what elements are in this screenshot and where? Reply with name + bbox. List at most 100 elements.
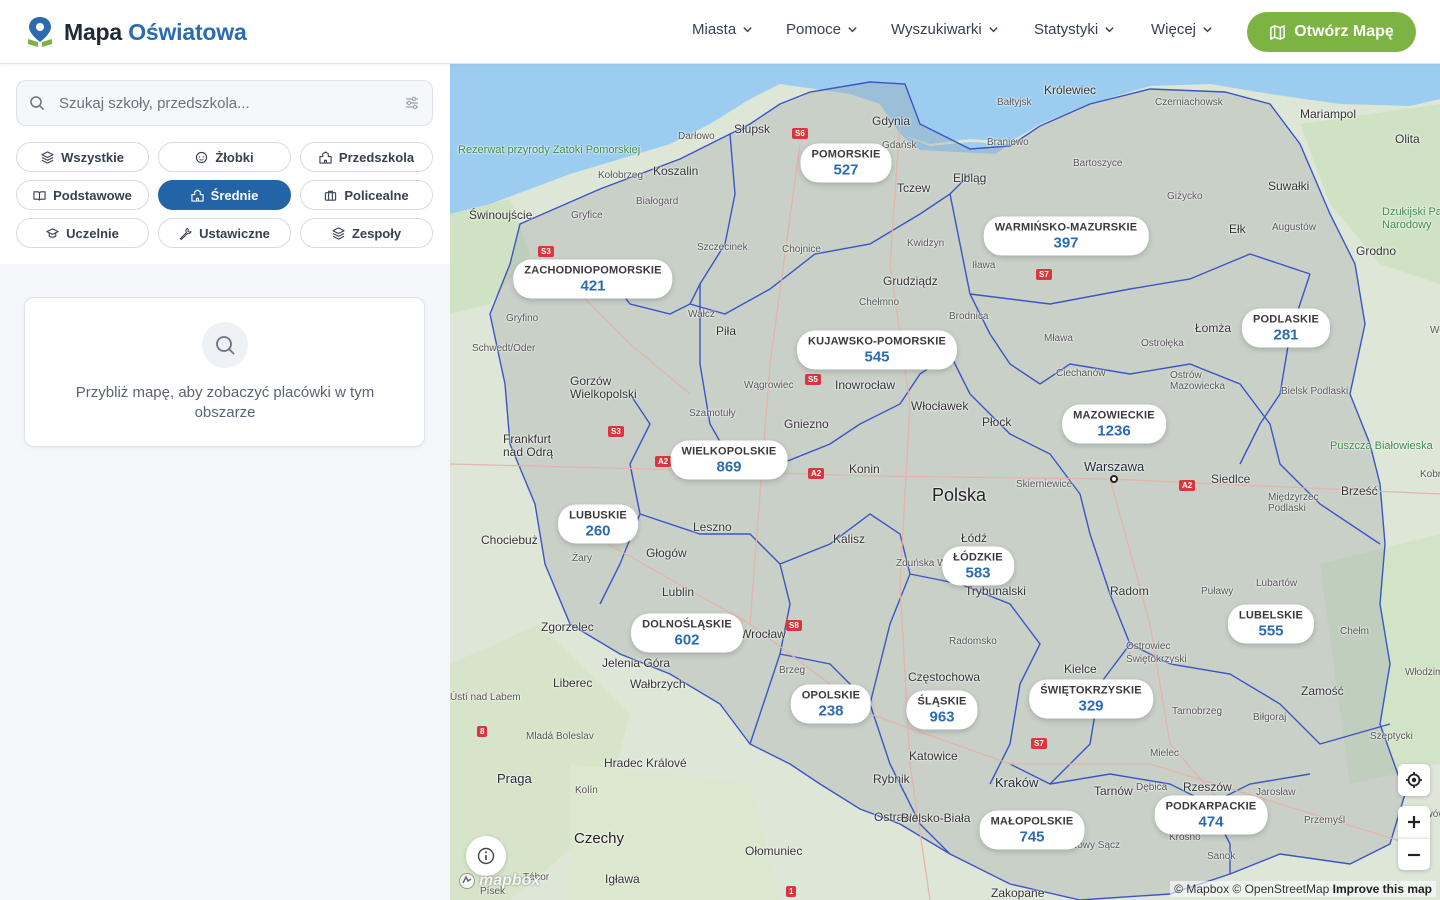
- region-cluster-pomorskie[interactable]: POMORSKIE 527: [800, 143, 892, 183]
- app-logo[interactable]: Mapa Oświatowa: [26, 16, 247, 48]
- nav-pomoce[interactable]: Pomoce: [786, 21, 858, 38]
- country-label: Polska: [932, 485, 987, 505]
- region-cluster-lubuskie[interactable]: LUBUSKIE 260: [558, 504, 638, 544]
- filter-podstawowe[interactable]: Podstawowe: [16, 180, 149, 210]
- filter-uczelnie[interactable]: Uczelnie: [16, 218, 149, 248]
- place-label: Ołomuniec: [745, 844, 803, 858]
- region-cluster-opolskie[interactable]: OPOLSKIE 238: [790, 684, 872, 724]
- nav-statystyki[interactable]: Statystyki: [1034, 21, 1115, 38]
- place-label: Radomsko: [949, 636, 997, 647]
- school-building-icon: [319, 150, 332, 164]
- road-shield: S6: [792, 128, 808, 139]
- wrench-icon: [179, 227, 192, 240]
- region-cluster-mazowieckie[interactable]: MAZOWIECKIE 1236: [1062, 404, 1166, 444]
- place-label: Kolín: [575, 785, 598, 796]
- nav-wiecej[interactable]: Więcej: [1151, 21, 1213, 38]
- mapbox-logo-icon: [459, 873, 475, 889]
- region-cluster-wielkopolskie[interactable]: WIELKOPOLSKIE 869: [670, 440, 788, 480]
- place-label: Schwedt/Oder: [472, 343, 536, 354]
- place-label: Słupsk: [734, 122, 771, 136]
- crosshair-location-icon: [1406, 772, 1422, 788]
- place-label: Piła: [716, 324, 737, 338]
- nav-miasta[interactable]: Miasta: [692, 21, 753, 38]
- road-shield: A2: [808, 468, 825, 479]
- place-label: Grudziądz: [883, 274, 938, 288]
- place-label: Igława: [605, 872, 640, 886]
- map-canvas[interactable]: Królewiec Czerniachowsk Mariampol Olita …: [450, 64, 1440, 900]
- zoom-in-button[interactable]: [1398, 806, 1430, 838]
- place-label: Mladá Boleslav: [526, 731, 594, 742]
- region-cluster-slaskie[interactable]: ŚLĄSKIE 963: [906, 690, 978, 730]
- filter-przedszkola[interactable]: Przedszkola: [300, 142, 433, 172]
- place-label: Iława: [972, 260, 996, 271]
- nav-wyszukiwarki[interactable]: Wyszukiwarki: [891, 21, 999, 38]
- place-label: Lublin: [662, 585, 695, 599]
- place-label: Chełm: [1340, 626, 1369, 637]
- place-label: Międzyrzec Podlaski: [1268, 492, 1319, 514]
- place-label: Mława: [1044, 333, 1073, 344]
- region-cluster-zachodniopomorskie[interactable]: ZACHODNIOPOMORSKIE 421: [513, 259, 673, 299]
- region-cluster-lodzkie[interactable]: ŁÓDZKIE 583: [942, 546, 1014, 586]
- filter-ustawiczne[interactable]: Ustawiczne: [158, 218, 291, 248]
- chevron-down-icon: [1105, 27, 1114, 33]
- place-label: Katowice: [909, 749, 958, 763]
- place-label: Radom: [1110, 584, 1149, 598]
- place-label: Hradec Králové: [604, 756, 687, 770]
- minus-icon: [1408, 853, 1420, 856]
- place-label: Kołobrzeg: [598, 170, 644, 181]
- place-label: Żary: [572, 553, 592, 564]
- place-label: Szamotuły: [689, 408, 736, 419]
- road-shield: S8: [786, 620, 802, 631]
- mapbox-logo[interactable]: mapbox: [458, 872, 540, 890]
- filter-sliders-icon[interactable]: [404, 95, 420, 111]
- road-shield: S3: [608, 426, 624, 437]
- place-label: Suwałki: [1268, 179, 1310, 193]
- region-cluster-malopolskie[interactable]: MAŁOPOLSKIE 745: [979, 810, 1085, 850]
- geolocate-button[interactable]: [1398, 764, 1430, 796]
- place-label: Kalisz: [833, 532, 866, 546]
- place-label: Mielec: [1150, 748, 1179, 759]
- place-label: Głogów: [646, 546, 687, 560]
- place-label: Świnoujście: [469, 208, 533, 222]
- search-icon: [30, 96, 45, 111]
- region-cluster-lubelskie[interactable]: LUBELSKIE 555: [1227, 604, 1315, 644]
- region-cluster-podkarpackie[interactable]: PODKARPACKIE 474: [1154, 795, 1268, 835]
- map-attribution[interactable]: © Mapbox © OpenStreetMap Improve this ma…: [1170, 881, 1436, 897]
- place-label: Lubartów: [1256, 578, 1298, 589]
- place-label: Praga: [497, 771, 532, 786]
- region-cluster-podlaskie[interactable]: PODLASKIE 281: [1242, 308, 1330, 348]
- place-label: Włodzimierz: [1405, 667, 1440, 678]
- region-cluster-dolnoslaskie[interactable]: DOLNOŚLĄSKIE 602: [631, 613, 743, 653]
- place-label: Wałcz: [688, 309, 715, 320]
- place-label: Dębica: [1136, 782, 1168, 793]
- zoom-out-button[interactable]: [1398, 838, 1430, 870]
- chevron-down-icon: [989, 27, 998, 33]
- empty-state-message: Przybliż mapę, aby zobaczyć placówki w t…: [75, 384, 375, 421]
- region-cluster-kujawsko-pomorskie[interactable]: KUJAWSKO-POMORSKIE 545: [796, 330, 958, 370]
- filter-zlobki[interactable]: Żłobki: [158, 142, 291, 172]
- place-label: Sanok: [1207, 851, 1236, 862]
- search-box[interactable]: [16, 80, 433, 126]
- road-shield: S7: [1036, 269, 1052, 280]
- search-input[interactable]: [59, 94, 404, 112]
- open-map-button[interactable]: Otwórz Mapę: [1247, 12, 1416, 52]
- place-label: Grodno: [1356, 244, 1397, 258]
- region-cluster-warminsko-mazurskie[interactable]: WARMIŃSKO-MAZURSKIE 397: [983, 216, 1149, 256]
- chevron-down-icon: [1203, 27, 1212, 33]
- improve-map-link[interactable]: Improve this map: [1333, 882, 1432, 896]
- place-label: Ostrowiec Świętokrzyski: [1126, 641, 1187, 665]
- map-info-button[interactable]: [466, 836, 506, 876]
- filter-srednie[interactable]: Średnie: [158, 180, 291, 210]
- place-label: Leszno: [693, 520, 732, 534]
- place-label: Biłgoraj: [1253, 712, 1287, 723]
- place-label: Ełk: [1229, 222, 1246, 236]
- place-label: Brzeg: [779, 665, 806, 676]
- graduation-cap-icon: [46, 227, 59, 238]
- filter-zespoly[interactable]: Zespoły: [300, 218, 433, 248]
- place-label: Bałtyjsk: [997, 97, 1032, 108]
- place-label: Konin: [849, 462, 880, 476]
- region-cluster-swietokrzyskie[interactable]: ŚWIĘTOKRZYSKIE 329: [1029, 679, 1153, 719]
- filter-policealne[interactable]: Policealne: [300, 180, 433, 210]
- filter-wszystkie[interactable]: Wszystkie: [16, 142, 149, 172]
- place-label: Tczew: [897, 181, 931, 195]
